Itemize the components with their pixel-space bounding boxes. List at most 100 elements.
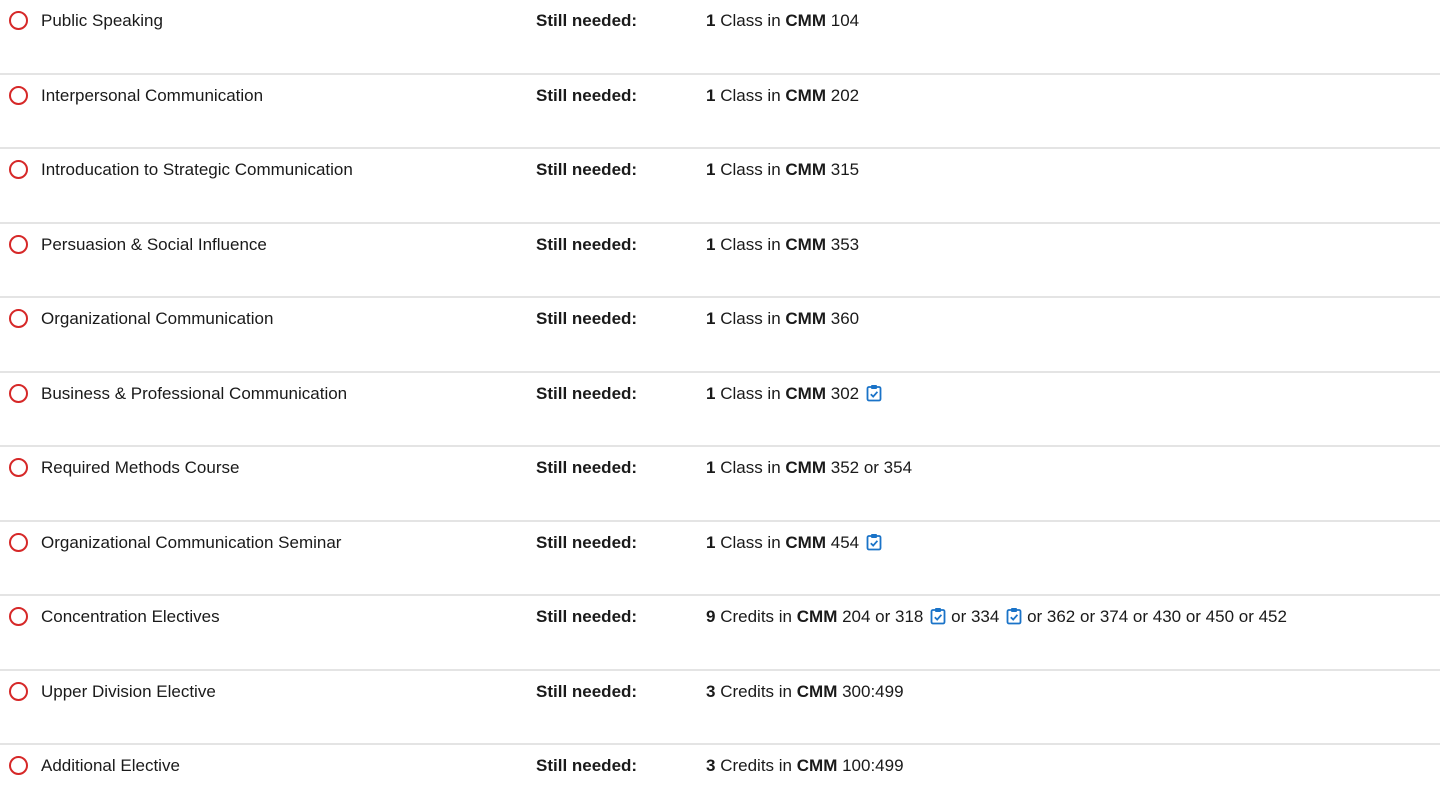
still-needed-label: Still needed: xyxy=(536,607,638,626)
requirement-title: Organizational Communication xyxy=(41,309,274,328)
requirement-detail: 1 Class in CMM 360 xyxy=(706,309,863,329)
quantity-unit: Credits in xyxy=(720,681,793,701)
still-needed-label: Still needed: xyxy=(536,458,638,477)
clipboard-check-icon[interactable] xyxy=(866,384,882,402)
still-needed-label: Still needed: xyxy=(536,160,638,179)
still-needed-label: Still needed: xyxy=(536,85,638,105)
course-numbers[interactable]: 315 xyxy=(831,160,859,179)
quantity-unit: Class in xyxy=(720,85,781,105)
subject-code: CMM xyxy=(785,532,827,552)
subject-code: CMM xyxy=(785,309,827,328)
still-needed-label: Still needed: xyxy=(536,234,638,254)
requirement-detail: 1 Class in CMM 454 xyxy=(706,533,882,553)
requirement-title: Concentration Electives xyxy=(41,607,220,626)
requirement-row: Business & Professional Communication Sti… xyxy=(0,373,1440,447)
still-needed-label: Still needed: xyxy=(536,383,638,403)
requirement-title: Additional Elective xyxy=(41,756,180,775)
requirement-row: Organizational Communication Still needed… xyxy=(0,298,1440,373)
course-numbers[interactable]: 104 xyxy=(831,11,859,30)
requirement-detail: 9 Credits in CMM 204 or 318 or 334 or 36… xyxy=(706,607,1291,627)
requirement-title: Required Methods Course xyxy=(41,458,240,477)
requirement-detail: 1 Class in CMM 202 xyxy=(706,86,863,106)
requirement-detail: 1 Class in CMM 104 xyxy=(706,11,863,31)
incomplete-circle-icon xyxy=(9,756,28,775)
incomplete-circle-icon xyxy=(9,309,28,328)
subject-code: CMM xyxy=(796,681,838,701)
requirement-title: Public Speaking xyxy=(41,11,163,30)
required-quantity: 1 xyxy=(706,309,716,328)
incomplete-circle-icon xyxy=(9,458,28,477)
quantity-unit: Credits in xyxy=(720,607,793,626)
subject-code: CMM xyxy=(785,85,827,105)
incomplete-circle-icon xyxy=(9,607,28,626)
course-numbers[interactable]: or 362 or 374 or 430 or 450 or 452 xyxy=(1027,607,1287,626)
incomplete-circle-icon xyxy=(9,11,28,30)
subject-code: CMM xyxy=(785,458,827,477)
still-needed-label: Still needed: xyxy=(536,309,638,328)
requirement-title: Introducation to Strategic Communication xyxy=(41,160,353,179)
incomplete-circle-icon xyxy=(9,160,28,179)
clipboard-check-icon[interactable] xyxy=(930,607,946,625)
incomplete-circle-icon xyxy=(9,681,28,701)
subject-code: CMM xyxy=(785,11,827,30)
required-quantity: 1 xyxy=(706,160,716,179)
course-numbers[interactable]: 202 xyxy=(831,86,859,105)
quantity-unit: Class in xyxy=(720,532,781,552)
quantity-unit: Class in xyxy=(720,234,781,254)
clipboard-check-icon[interactable] xyxy=(866,533,882,551)
required-quantity: 1 xyxy=(706,234,716,254)
required-quantity: 1 xyxy=(706,532,716,552)
requirement-title: Business & Professional Communication xyxy=(41,383,348,403)
course-numbers[interactable]: 204 or 318 xyxy=(842,607,923,626)
requirement-detail: 3 Credits in CMM 100:499 xyxy=(706,756,908,776)
quantity-unit: Class in xyxy=(720,11,781,30)
course-numbers[interactable]: 100:499 xyxy=(842,756,903,775)
incomplete-circle-icon xyxy=(9,85,28,105)
course-numbers[interactable]: 360 xyxy=(831,309,859,328)
requirement-row: Persuasion & Social Influence Still neede… xyxy=(0,224,1440,298)
requirement-title: Upper Division Elective xyxy=(41,681,216,701)
required-quantity: 1 xyxy=(706,11,716,30)
quantity-unit: Class in xyxy=(720,160,781,179)
quantity-unit: Class in xyxy=(720,309,781,328)
incomplete-circle-icon xyxy=(9,532,28,552)
requirement-row: Additional Elective Still needed: 3 Credit… xyxy=(0,745,1440,793)
requirement-row: Public Speaking Still needed: 1 Class in C… xyxy=(0,0,1440,75)
requirement-row: Organizational Communication Seminar Stil… xyxy=(0,522,1440,596)
subject-code: CMM xyxy=(785,160,827,179)
requirement-row: Interpersonal Communication Still needed:… xyxy=(0,75,1440,149)
requirement-row: Required Methods Course Still needed: 1 Cl… xyxy=(0,447,1440,522)
requirement-detail: 1 Class in CMM 353 xyxy=(706,235,863,255)
course-numbers[interactable]: 302 xyxy=(831,384,859,403)
requirement-row: Introducation to Strategic Communication… xyxy=(0,149,1440,224)
required-quantity: 1 xyxy=(706,458,716,477)
requirement-title: Organizational Communication Seminar xyxy=(41,532,342,552)
requirement-detail: 1 Class in CMM 315 xyxy=(706,160,863,180)
course-numbers[interactable]: 454 xyxy=(831,533,859,552)
quantity-unit: Credits in xyxy=(720,756,793,775)
subject-code: CMM xyxy=(785,383,827,403)
incomplete-circle-icon xyxy=(9,383,28,403)
clipboard-check-icon[interactable] xyxy=(1006,607,1022,625)
required-quantity: 1 xyxy=(706,383,716,403)
requirements-list: Public Speaking Still needed: 1 Class in C… xyxy=(0,0,1440,793)
still-needed-label: Still needed: xyxy=(536,532,638,552)
requirement-detail: 3 Credits in CMM 300:499 xyxy=(706,682,908,702)
required-quantity: 3 xyxy=(706,681,716,701)
required-quantity: 1 xyxy=(706,85,716,105)
course-numbers[interactable]: 352 or 354 xyxy=(831,458,912,477)
requirement-row: Upper Division Elective Still needed: 3 Cr… xyxy=(0,671,1440,745)
requirement-title: Persuasion & Social Influence xyxy=(41,234,267,254)
quantity-unit: Class in xyxy=(720,458,781,477)
course-numbers[interactable]: 300:499 xyxy=(842,682,903,701)
subject-code: CMM xyxy=(796,607,838,626)
requirement-title: Interpersonal Communication xyxy=(41,85,264,105)
requirement-detail: 1 Class in CMM 352 or 354 xyxy=(706,458,916,478)
quantity-unit: Class in xyxy=(720,383,781,403)
required-quantity: 9 xyxy=(706,607,716,626)
subject-code: CMM xyxy=(796,756,838,775)
required-quantity: 3 xyxy=(706,756,716,775)
course-numbers[interactable]: or 334 xyxy=(951,607,999,626)
requirement-detail: 1 Class in CMM 302 xyxy=(706,384,882,404)
course-numbers[interactable]: 353 xyxy=(831,235,859,254)
